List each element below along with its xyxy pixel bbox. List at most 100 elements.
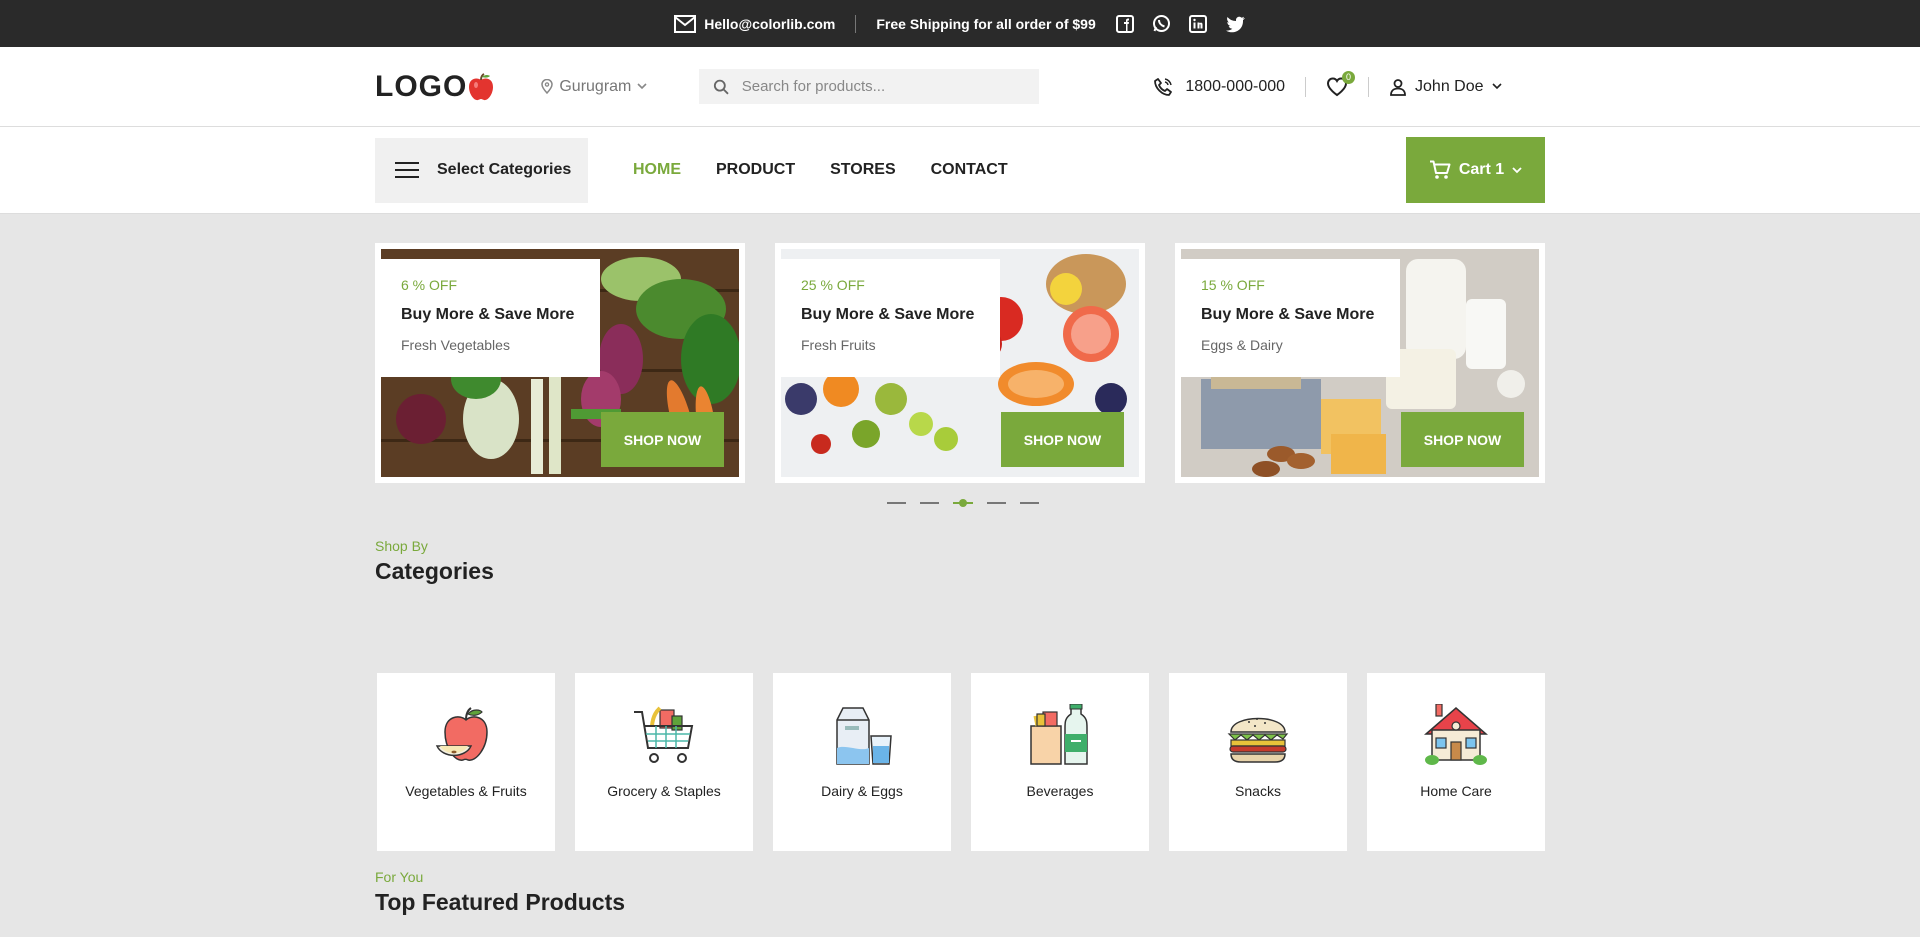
banner-dairy[interactable]: 15 % OFF Buy More & Save More Eggs & Dai… [1175,243,1545,483]
select-categories-label: Select Categories [437,161,572,178]
divider [1305,76,1307,97]
category-label: Grocery & Staples [607,783,721,799]
apple-logo-icon [469,72,494,100]
search-bar [699,69,1040,104]
location-selector[interactable]: Gurugram [541,78,647,96]
email-link[interactable]: Hello@colorlib.com [674,14,836,33]
slider-pagination [887,498,1039,508]
shop-now-button[interactable]: SHOP NOW [1001,412,1124,467]
discount-label: 6 % OFF [401,277,458,293]
bottle-icon [1030,704,1088,765]
select-categories-button[interactable]: Select Categories [375,137,588,203]
wishlist-count-badge: 0 [1342,70,1356,84]
banner-card: 25 % OFF Buy More & Save More Fresh Frui… [781,259,1000,377]
dairy-image: 15 % OFF Buy More & Save More Eggs & Dai… [1181,249,1539,477]
category-label: Home Care [1420,783,1492,799]
fruits-image: 25 % OFF Buy More & Save More Fresh Frui… [781,249,1139,477]
category-label: Snacks [1235,783,1281,799]
vegetables-image: 6 % OFF Buy More & Save More Fresh Veget… [381,249,739,477]
shopping-cart-icon [634,706,694,763]
logo[interactable]: LOGO [375,70,495,104]
phone-icon [1154,77,1173,96]
chevron-down-icon [637,83,647,90]
category-card[interactable]: Snacks [1169,673,1347,851]
phone-contact[interactable]: 1800-000-000 [1153,77,1285,97]
nav-item-product[interactable]: PRODUCT [716,161,795,179]
map-pin-icon [541,79,554,94]
nav-item-home[interactable]: HOME [633,161,681,179]
section-title: Categories [375,558,494,584]
user-menu[interactable]: John Doe [1389,78,1502,96]
category-card[interactable]: Grocery & Staples [575,673,753,851]
banner-vegetables[interactable]: 6 % OFF Buy More & Save More Fresh Veget… [375,243,745,483]
section-subtitle: Shop By [375,538,428,554]
facebook-icon[interactable] [1115,14,1134,33]
banner-card: 15 % OFF Buy More & Save More Eggs & Dai… [1181,259,1400,377]
banner-title: Buy More & Save More [401,306,575,323]
category-label: Dairy & Eggs [821,783,903,799]
user-name: John Doe [1415,77,1484,95]
burger-icon [1227,717,1289,763]
chevron-down-icon [1491,83,1502,90]
banner-subtitle: Fresh Vegetables [401,337,510,353]
divider [1368,76,1370,97]
hamburger-menu-icon [395,162,419,178]
banner-title: Buy More & Save More [801,306,975,323]
slider-dot-active[interactable] [953,498,973,508]
banner-card: 6 % OFF Buy More & Save More Fresh Veget… [381,259,600,377]
shipping-text: Free Shipping for all order of $99 [876,15,1096,32]
banner-title: Buy More & Save More [1201,306,1375,323]
nav-item-contact[interactable]: CONTACT [931,161,1008,179]
categories-section: Shop By Categories Vegetables & Fruits G… [375,538,1545,851]
location-label: Gurugram [559,77,632,95]
cart-icon [1429,160,1451,179]
discount-label: 25 % OFF [801,277,865,293]
section-title: Top Featured Products [375,889,626,915]
category-card[interactable]: Beverages [971,673,1149,851]
discount-label: 15 % OFF [1201,277,1265,293]
divider [855,14,857,33]
category-card[interactable]: Home Care [1367,673,1545,851]
banner-fruits[interactable]: 25 % OFF Buy More & Save More Fresh Frui… [775,243,1145,483]
slider-dot[interactable] [1020,502,1039,504]
banner-subtitle: Eggs & Dairy [1201,337,1283,353]
social-links [1115,14,1246,33]
slider-dot[interactable] [987,502,1006,504]
mail-icon [674,14,697,33]
wishlist-button[interactable]: 0 [1326,70,1356,97]
phone-number: 1800-000-000 [1185,77,1286,95]
chevron-down-icon [1512,166,1522,173]
whatsapp-icon[interactable] [1152,14,1171,33]
category-label: Beverages [1026,783,1094,799]
house-icon [1424,704,1488,765]
shop-now-button[interactable]: SHOP NOW [601,412,724,467]
banner-slider: 6 % OFF Buy More & Save More Fresh Veget… [375,214,1545,507]
cart-label: Cart 1 [1458,161,1505,178]
cart-button[interactable]: Cart 1 [1406,137,1545,203]
nav-item-stores[interactable]: STORES [830,161,896,179]
featured-section: For You Top Featured Products [375,869,625,916]
nav-menu: HOME PRODUCT STORES CONTACT [633,161,1008,179]
main-content: 6 % OFF Buy More & Save More Fresh Veget… [375,214,1545,937]
search-icon[interactable] [713,78,730,96]
user-icon [1390,78,1406,96]
shop-now-button[interactable]: SHOP NOW [1401,412,1524,467]
top-bar: Hello@colorlib.com Free Shipping for all… [0,0,1920,47]
slider-dot[interactable] [920,502,939,504]
category-grid: Vegetables & Fruits Grocery & Staples Da… [377,673,1545,851]
category-card[interactable]: Vegetables & Fruits [377,673,555,851]
category-label: Vegetables & Fruits [405,783,527,799]
milk-icon [836,707,892,765]
banner-subtitle: Fresh Fruits [801,337,876,353]
header: LOGO Gurugram 1800-000-000 0 John Doe [0,47,1920,127]
twitter-icon[interactable] [1225,15,1246,33]
linkedin-icon[interactable] [1188,14,1207,33]
logo-text: LOGO [375,69,468,103]
section-subtitle: For You [375,869,424,885]
slider-dot[interactable] [887,502,906,504]
email-text: Hello@colorlib.com [704,15,836,32]
apple-icon [435,707,488,761]
main-nav: Select Categories HOME PRODUCT STORES CO… [0,127,1920,214]
search-input[interactable] [741,78,1026,95]
category-card[interactable]: Dairy & Eggs [773,673,951,851]
